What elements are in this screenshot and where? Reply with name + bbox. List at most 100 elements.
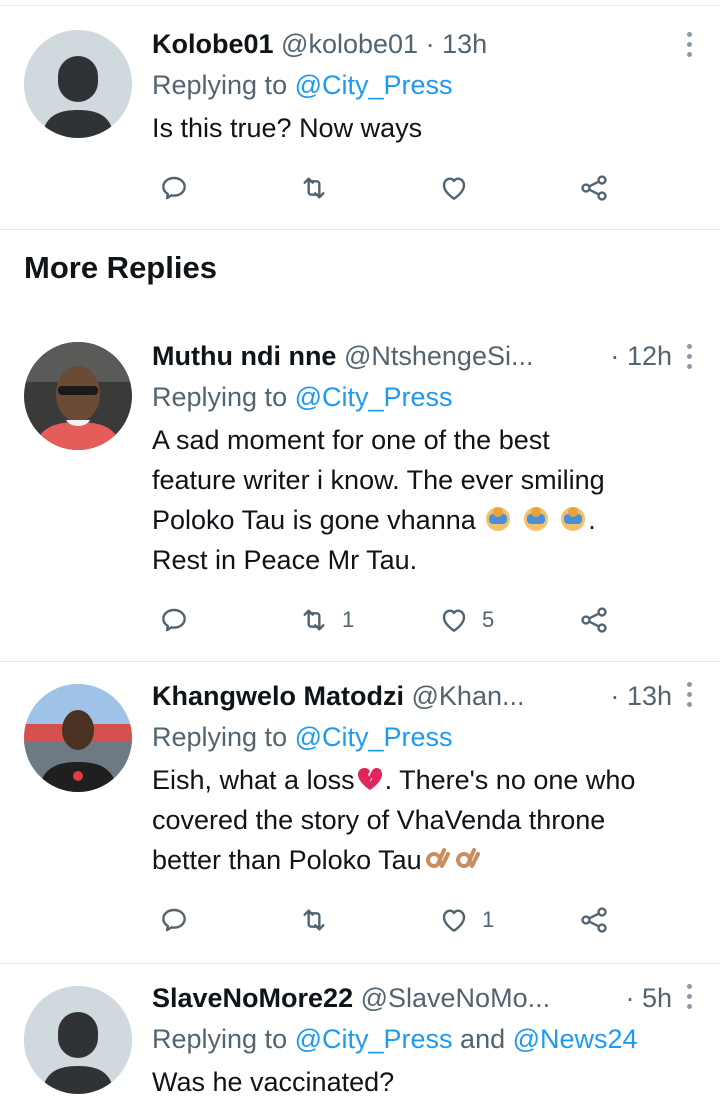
tweet-header: Kolobe01 @kolobe01 · 13h — [152, 26, 672, 62]
display-name[interactable]: Khangwelo Matodzi — [152, 681, 404, 711]
ok-hand-emoji-icon — [425, 848, 450, 868]
display-name[interactable]: SlaveNoMore22 — [152, 983, 353, 1013]
tweet-time[interactable]: 13h — [442, 29, 487, 59]
tweet-text-span: Poloko Tau is gone vhanna — [152, 505, 476, 535]
like-count: 5 — [482, 607, 495, 632]
share-icon — [581, 907, 607, 933]
tweet-time[interactable]: 13h — [627, 681, 672, 711]
tweet-muthu[interactable]: Muthu ndi nne @NtshengeSi... · 12h Reply… — [0, 318, 720, 662]
replying-to-conjunction: and — [452, 1024, 513, 1054]
tweet-text-span: Eish, what a loss — [152, 765, 355, 795]
default-avatar-icon — [24, 986, 132, 1094]
avatar-default[interactable] — [24, 986, 132, 1094]
heart-icon — [442, 609, 466, 632]
retweet-button[interactable] — [298, 168, 330, 208]
mention-link[interactable]: @City_Press — [295, 382, 453, 412]
retweet-icon — [303, 609, 325, 631]
user-photo — [24, 342, 132, 450]
share-button[interactable] — [578, 900, 610, 940]
replying-to-label: Replying to — [152, 722, 295, 752]
user-handle[interactable]: @SlaveNoMo... — [361, 983, 550, 1013]
person-facepalm-emoji-icon — [486, 507, 511, 531]
avatar-khangwelo[interactable] — [24, 684, 132, 792]
retweet-icon — [303, 909, 325, 931]
like-button[interactable] — [438, 168, 470, 208]
tweet-header: Muthu ndi nne @NtshengeSi... · 12h — [152, 338, 672, 374]
share-button[interactable] — [578, 600, 610, 640]
tweet-text-line: covered the story of VhaVenda throne — [152, 805, 606, 835]
tweet-text-line: Is this true? Now ways — [152, 113, 423, 143]
ok-hand-emoji-icon — [455, 848, 480, 868]
reply-button[interactable] — [158, 900, 190, 940]
tweet-text-line: Eish, what a loss . There's no one who — [152, 760, 672, 800]
share-icon — [581, 175, 607, 201]
tweet-text: Was he vaccinated? — [152, 1062, 672, 1102]
share-button[interactable] — [578, 168, 610, 208]
replying-to-label: Replying to — [152, 382, 295, 412]
retweet-count: 1 — [342, 607, 355, 632]
tweet-text: Eish, what a loss . There's no one who co… — [152, 760, 672, 880]
tweet-text-span: . — [588, 505, 596, 535]
separator-dot: · — [425, 29, 435, 59]
person-facepalm-emoji-icon — [523, 507, 548, 531]
user-handle[interactable]: @Khan... — [412, 681, 525, 711]
tweet-kolobe01[interactable]: Kolobe01 @kolobe01 · 13h Replying to @Ci… — [0, 6, 720, 230]
display-name[interactable]: Muthu ndi nne — [152, 341, 336, 371]
like-button[interactable]: 5 — [438, 600, 494, 640]
tweet-text-line: Poloko Tau is gone vhanna . — [152, 500, 672, 540]
tweet-text-line: A sad moment for one of the best — [152, 425, 550, 455]
more-vertical-icon[interactable] — [684, 682, 694, 712]
avatar-muthu[interactable] — [24, 342, 132, 450]
tweet-text-span: . There's no one who — [384, 765, 636, 795]
mention-link[interactable]: @City_Press — [295, 722, 453, 752]
tweet-header: SlaveNoMore22 @SlaveNoMo... · 5h — [152, 980, 672, 1016]
retweet-button[interactable]: 1 — [298, 600, 354, 640]
separator-dot: · — [610, 681, 620, 711]
reply-button[interactable] — [158, 600, 190, 640]
replying-to-label: Replying to — [152, 70, 295, 100]
tweet-text: Is this true? Now ways — [152, 108, 672, 148]
like-count: 1 — [482, 907, 495, 932]
tweet-slavenomore22[interactable]: SlaveNoMore22 @SlaveNoMo... · 5h Replyin… — [0, 964, 720, 1106]
tweet-actions: 1 5 — [152, 600, 632, 640]
avatar-default[interactable] — [24, 30, 132, 138]
replying-to: Replying to @City_Press — [152, 718, 672, 756]
tweet-actions: 1 — [152, 900, 632, 940]
broken-heart-emoji-icon — [357, 768, 382, 790]
tweet-text: A sad moment for one of the best feature… — [152, 420, 672, 580]
more-vertical-icon[interactable] — [684, 32, 694, 62]
mention-link[interactable]: @City_Press — [295, 1024, 453, 1054]
tweet-text-span: better than Poloko Tau — [152, 845, 422, 875]
tweet-text-line: better than Poloko Tau — [152, 840, 672, 880]
retweet-button[interactable] — [298, 900, 330, 940]
reply-icon — [162, 608, 186, 632]
heart-icon — [442, 909, 466, 932]
share-icon — [581, 607, 607, 633]
tweet-text-line: Was he vaccinated? — [152, 1067, 395, 1097]
tweet-khangwelo[interactable]: Khangwelo Matodzi @Khan... · 13h Replyin… — [0, 662, 720, 964]
tweet-actions — [152, 168, 632, 208]
user-handle[interactable]: @NtshengeSi... — [344, 341, 534, 371]
user-photo — [24, 684, 132, 792]
display-name[interactable]: Kolobe01 — [152, 29, 274, 59]
user-handle[interactable]: @kolobe01 — [281, 29, 418, 59]
default-avatar-icon — [24, 30, 132, 138]
replying-to-label: Replying to — [152, 1024, 295, 1054]
more-vertical-icon[interactable] — [684, 344, 694, 374]
retweet-icon — [303, 177, 325, 199]
heart-icon — [442, 177, 466, 200]
tweet-time[interactable]: 5h — [642, 983, 672, 1013]
tweet-time[interactable]: 12h — [627, 341, 672, 371]
more-vertical-icon[interactable] — [684, 984, 694, 1014]
reply-button[interactable] — [158, 168, 190, 208]
person-facepalm-emoji-icon — [561, 507, 586, 531]
mention-link[interactable]: @News24 — [513, 1024, 638, 1054]
reply-icon — [162, 908, 186, 932]
separator-dot: · — [625, 983, 635, 1013]
replying-to: Replying to @City_Press — [152, 66, 672, 104]
replying-to: Replying to @City_Press and @News24 — [152, 1020, 672, 1058]
separator-dot: · — [610, 341, 620, 371]
mention-link[interactable]: @City_Press — [295, 70, 453, 100]
like-button[interactable]: 1 — [438, 900, 494, 940]
tweet-header: Khangwelo Matodzi @Khan... · 13h — [152, 678, 672, 714]
